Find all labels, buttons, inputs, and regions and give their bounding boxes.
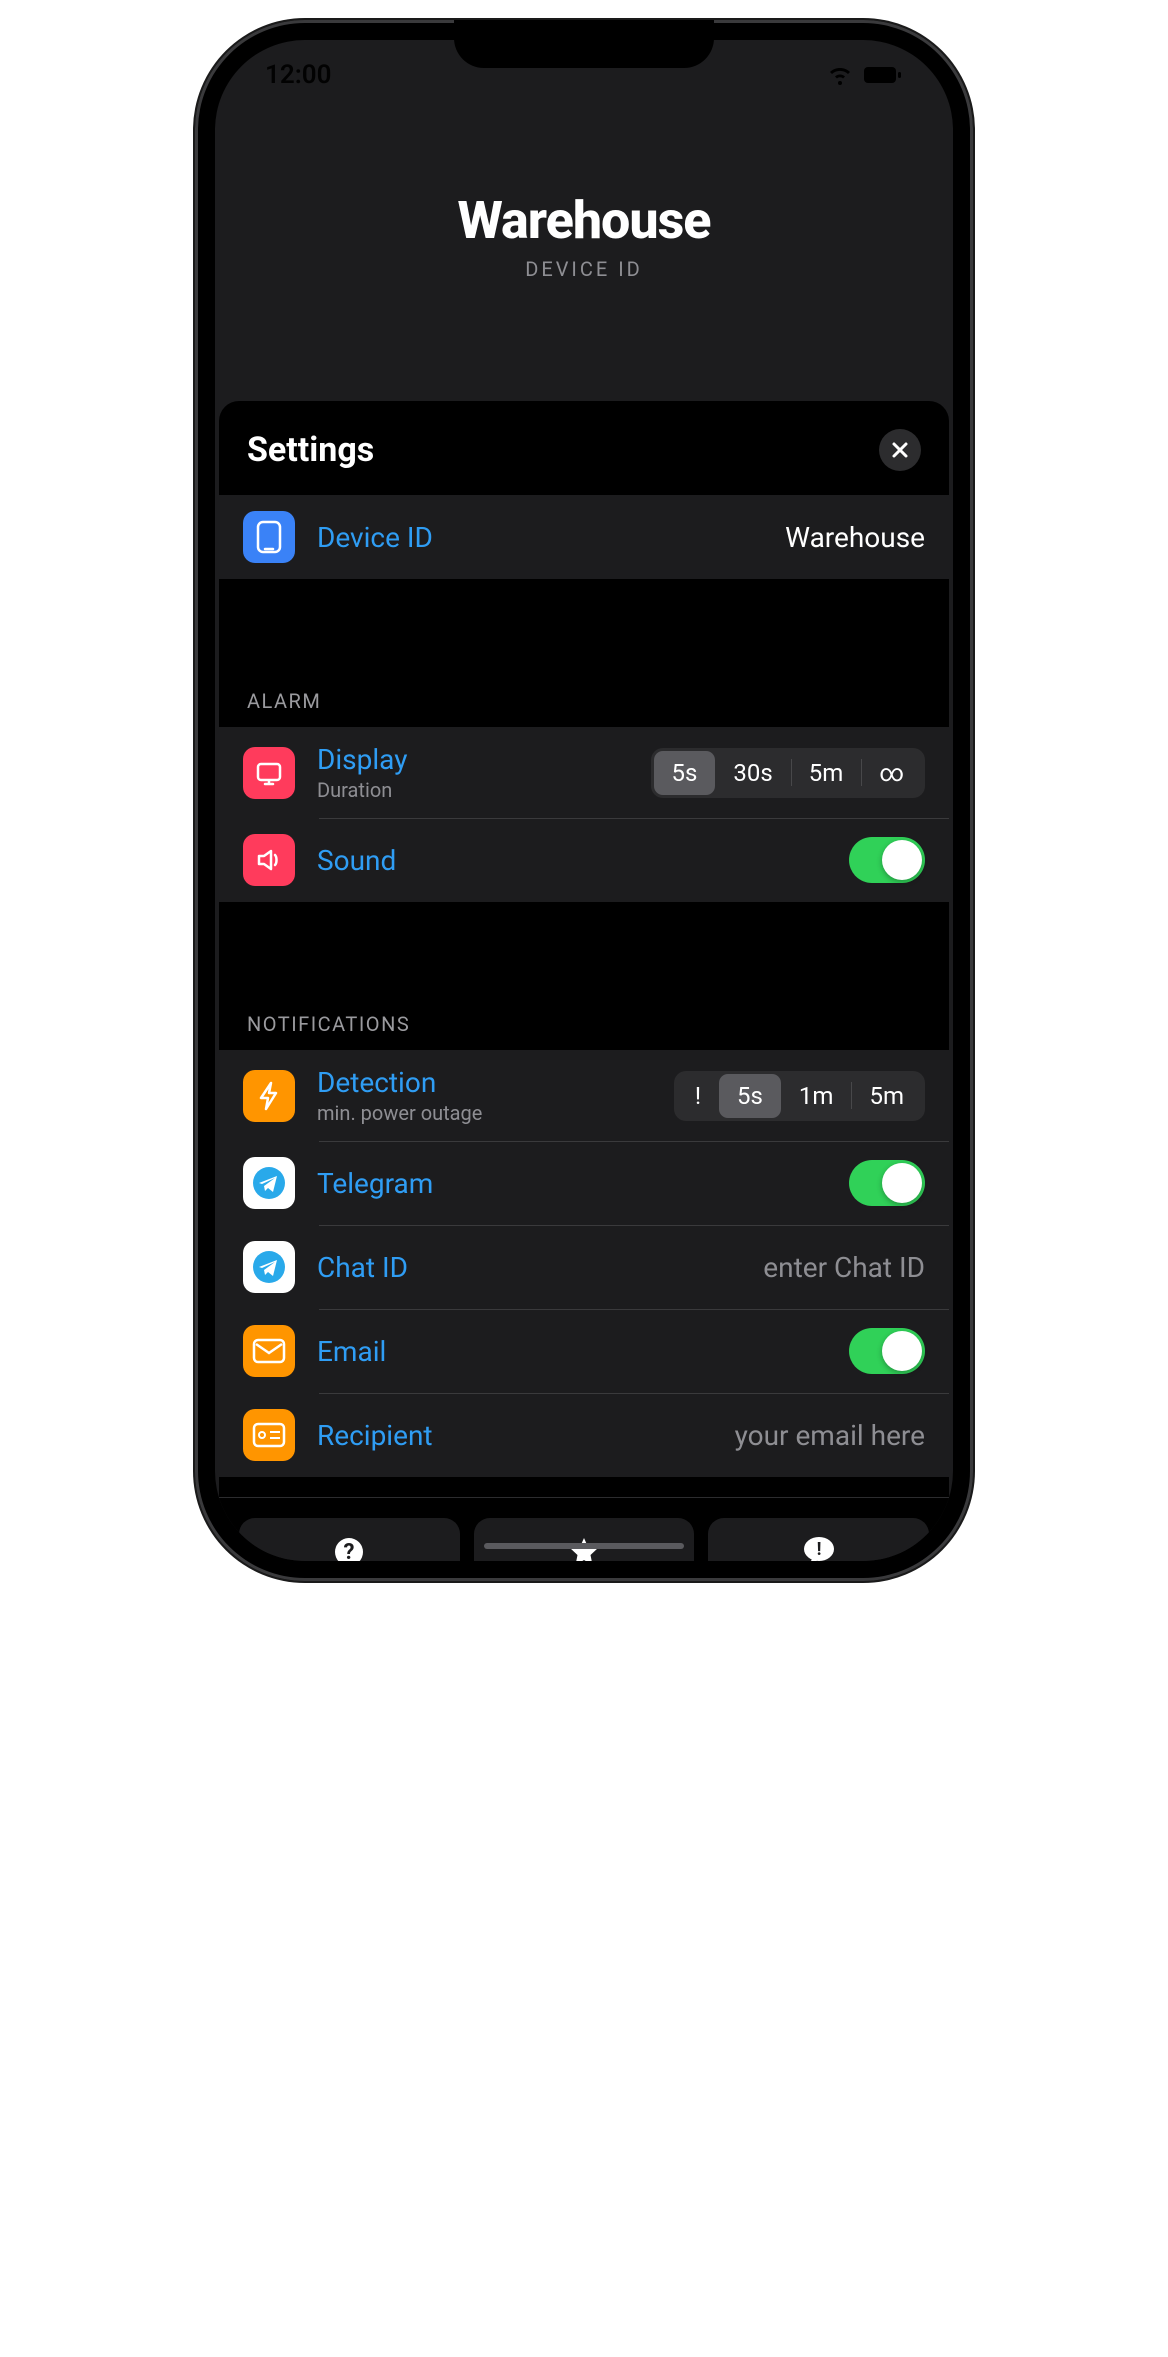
row-telegram: Telegram — [219, 1141, 949, 1225]
row-detection: Detection min. power outage !5s1m5m — [219, 1050, 949, 1141]
segment-option[interactable]: 5m — [791, 751, 862, 795]
close-button[interactable] — [879, 429, 921, 471]
detection-label: Detection — [317, 1066, 652, 1099]
bolt-icon — [243, 1070, 295, 1122]
settings-panel: Settings Device ID Warehouse AL — [219, 401, 949, 1561]
svg-text:!: ! — [816, 1539, 821, 1560]
alarm-section-header: ALARM — [219, 639, 949, 727]
segment-option[interactable]: ! — [677, 1074, 719, 1118]
notifications-section-header: NOTIFICATIONS — [219, 962, 949, 1050]
display-label: Display — [317, 743, 629, 776]
segment-option[interactable]: 5m — [851, 1074, 922, 1118]
recipient-label: Recipient — [317, 1419, 713, 1452]
support-button[interactable]: ! Love & Support — [708, 1518, 929, 1561]
device-id-label: Device ID — [317, 521, 763, 554]
section-device: Device ID Warehouse — [219, 495, 949, 579]
segment-option[interactable]: 5s — [719, 1074, 781, 1118]
telegram-icon — [243, 1157, 295, 1209]
section-alarm: Display Duration 5s30s5m∞ Sound — [219, 727, 949, 902]
display-icon — [243, 747, 295, 799]
svg-text:?: ? — [344, 1540, 355, 1561]
row-chat-id[interactable]: Chat ID enter Chat ID — [219, 1225, 949, 1309]
panel-header: Settings — [219, 401, 949, 495]
display-sub: Duration — [317, 778, 629, 802]
row-device-id[interactable]: Device ID Warehouse — [219, 495, 949, 579]
home-indicator[interactable] — [484, 1543, 684, 1549]
display-duration-segmented[interactable]: 5s30s5m∞ — [651, 748, 925, 798]
notch — [454, 20, 714, 68]
detection-sub: min. power outage — [317, 1101, 652, 1125]
footer-buttons: ? Help & Privacy Rate ! Love & Support — [219, 1497, 949, 1561]
device-icon — [243, 511, 295, 563]
rate-button[interactable]: Rate — [474, 1518, 695, 1561]
chat-id-placeholder: enter Chat ID — [763, 1251, 925, 1284]
wifi-icon — [827, 65, 853, 85]
segment-option[interactable]: 30s — [715, 751, 790, 795]
sound-toggle[interactable] — [849, 837, 925, 883]
email-label: Email — [317, 1335, 827, 1368]
speech-icon: ! — [718, 1536, 919, 1561]
phone-frame: 12:00 Warehouse DEVICE ID Settings — [195, 20, 973, 1581]
chat-id-label: Chat ID — [317, 1251, 741, 1284]
screen: 12:00 Warehouse DEVICE ID Settings — [215, 40, 953, 1561]
recipient-icon — [243, 1409, 295, 1461]
sound-icon — [243, 834, 295, 886]
row-sound: Sound — [219, 818, 949, 902]
status-indicators — [827, 65, 903, 85]
row-display: Display Duration 5s30s5m∞ — [219, 727, 949, 818]
row-recipient[interactable]: Recipient your email here — [219, 1393, 949, 1477]
detection-segmented[interactable]: !5s1m5m — [674, 1071, 925, 1121]
page-title: Warehouse — [215, 190, 953, 251]
telegram-label: Telegram — [317, 1167, 827, 1200]
help-button[interactable]: ? Help & Privacy — [239, 1518, 460, 1561]
segment-option[interactable]: ∞ — [861, 751, 922, 795]
section-notifications: Detection min. power outage !5s1m5m Tele… — [219, 1050, 949, 1477]
recipient-placeholder: your email here — [735, 1419, 925, 1452]
row-email: Email — [219, 1309, 949, 1393]
device-id-value: Warehouse — [785, 521, 925, 554]
page-header: Warehouse DEVICE ID — [215, 100, 953, 401]
battery-icon — [863, 65, 903, 85]
panel-title: Settings — [247, 430, 374, 470]
email-toggle[interactable] — [849, 1328, 925, 1374]
question-icon: ? — [249, 1536, 450, 1561]
telegram-chat-icon — [243, 1241, 295, 1293]
page-subtitle: DEVICE ID — [215, 257, 953, 281]
envelope-icon — [243, 1325, 295, 1377]
sound-label: Sound — [317, 844, 827, 877]
segment-option[interactable]: 1m — [781, 1074, 852, 1118]
telegram-toggle[interactable] — [849, 1160, 925, 1206]
segment-option[interactable]: 5s — [654, 751, 716, 795]
status-time: 12:00 — [265, 60, 332, 90]
